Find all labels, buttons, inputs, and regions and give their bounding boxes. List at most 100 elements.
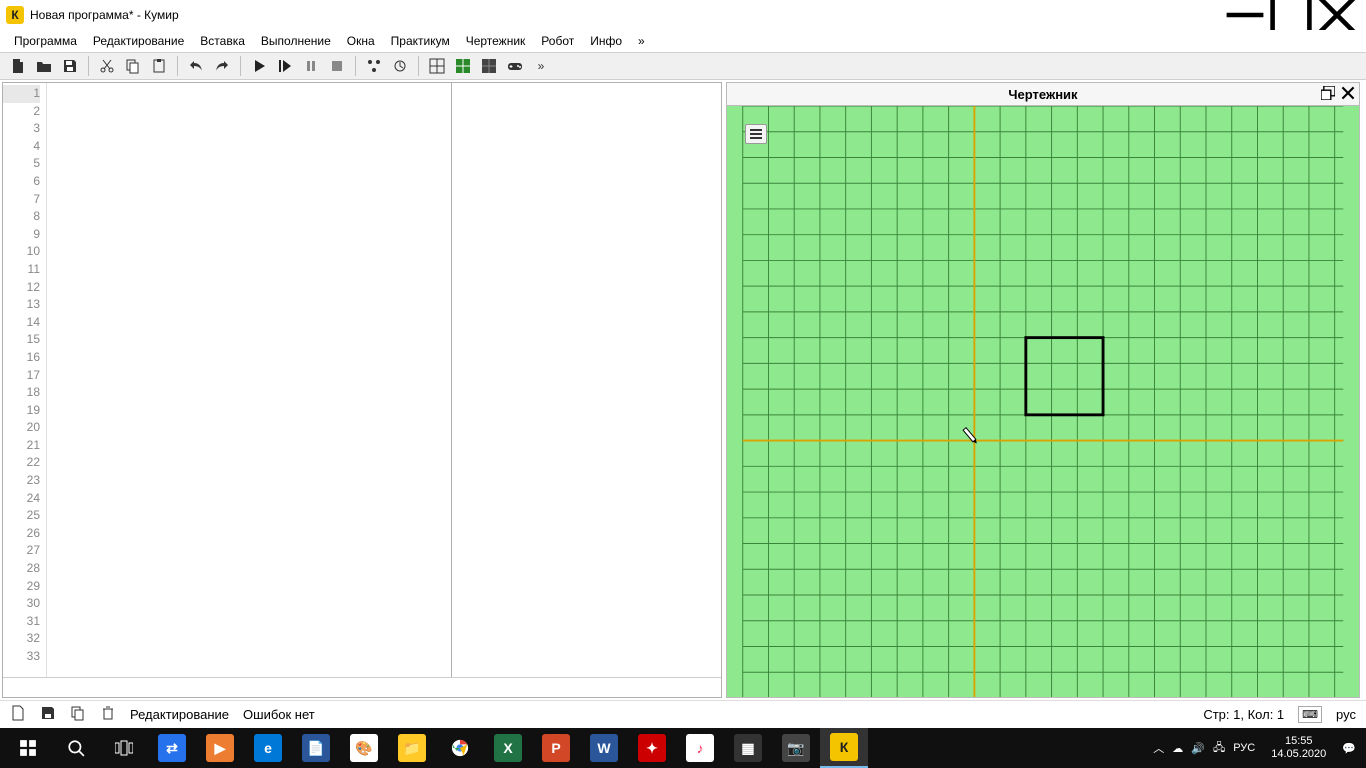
window-minimize-button[interactable] [1222,0,1268,30]
taskbar-app-4[interactable]: 📄 [292,728,340,768]
drafter-panel: Чертежник [726,82,1360,698]
tray-network-icon[interactable]: 🖧 [1213,739,1225,758]
tray-time-text: 15:55 [1271,735,1326,748]
line-number: 30 [3,595,40,613]
taskbar-explorer[interactable]: 📁 [388,728,436,768]
pause-button[interactable] [299,55,323,77]
line-number: 25 [3,507,40,525]
run-button[interactable] [247,55,271,77]
taskbar-word[interactable]: W [580,728,628,768]
taskbar-camera[interactable]: 📷 [772,728,820,768]
grid-dark-button[interactable] [477,55,501,77]
taskbar-calculator[interactable]: ▦ [724,728,772,768]
menu-run[interactable]: Выполнение [253,31,339,51]
line-number: 32 [3,630,40,648]
new-file-button[interactable] [6,55,30,77]
status-mode-text: Редактирование [130,707,229,722]
step-button[interactable] [273,55,297,77]
editor-right-pane[interactable] [451,83,721,677]
line-number: 28 [3,560,40,578]
window-maximize-button[interactable] [1268,0,1314,30]
game-button[interactable] [503,55,527,77]
drafter-close-icon[interactable] [1341,86,1355,103]
tray-clock[interactable]: 15:55 14.05.2020 [1263,735,1334,761]
status-new-icon[interactable] [10,705,26,724]
line-number-gutter: 1234567891011121314151617181920212223242… [3,83,47,677]
menu-more[interactable]: » [630,31,653,51]
breakpoint-button[interactable] [362,55,386,77]
line-number: 5 [3,155,40,173]
tray-sound-icon[interactable]: 🔊 [1191,742,1205,755]
menu-robot[interactable]: Робот [533,31,582,51]
status-copy-icon[interactable] [70,705,86,724]
menu-insert[interactable]: Вставка [192,31,253,51]
menu-edit[interactable]: Редактирование [85,31,192,51]
line-number: 22 [3,454,40,472]
window-close-button[interactable] [1314,0,1360,30]
status-errors-text: Ошибок нет [243,707,315,722]
open-file-button[interactable] [32,55,56,77]
taskbar-kumir[interactable]: К [820,728,868,768]
tray-onedrive-icon[interactable]: ☁ [1172,742,1183,755]
save-file-button[interactable] [58,55,82,77]
taskbar-app-2[interactable]: ▶ [196,728,244,768]
taskbar-itunes[interactable]: ♪ [676,728,724,768]
drafter-restore-icon[interactable] [1321,86,1335,103]
status-save-icon[interactable] [40,705,56,724]
grid-green-button[interactable] [451,55,475,77]
status-keyboard-icon[interactable]: ⌨ [1298,706,1322,723]
taskbar: ⇄ ▶ e 📄 🎨 📁 X P W ✦ ♪ ▦ 📷 К ︿ ☁ 🔊 🖧 РУС … [0,728,1366,768]
window-title: Новая программа* - Кумир [30,8,179,22]
drafter-titlebar: Чертежник [726,82,1360,106]
undo-button[interactable] [184,55,208,77]
tray-notifications-icon[interactable]: 💬 [1342,742,1356,755]
menu-info[interactable]: Инфо [582,31,630,51]
tray-date-text: 14.05.2020 [1271,748,1326,761]
editor-output-pane [3,677,721,697]
line-number: 8 [3,208,40,226]
taskview-button[interactable] [100,728,148,768]
cut-button[interactable] [95,55,119,77]
tray-lang-text[interactable]: РУС [1233,742,1255,754]
copy-button[interactable] [121,55,145,77]
menu-program[interactable]: Программа [6,31,85,51]
line-number: 29 [3,578,40,596]
redo-button[interactable] [210,55,234,77]
taskbar-app-red[interactable]: ✦ [628,728,676,768]
line-number: 3 [3,120,40,138]
drafter-title-text: Чертежник [1008,87,1077,102]
start-button[interactable] [4,728,52,768]
drafter-menu-button[interactable] [745,124,767,144]
menu-windows[interactable]: Окна [339,31,383,51]
menu-drafter[interactable]: Чертежник [458,31,534,51]
system-tray: ︿ ☁ 🔊 🖧 РУС 15:55 14.05.2020 💬 [1153,735,1362,761]
window-titlebar: К Новая программа* - Кумир [0,0,1366,30]
line-number: 14 [3,314,40,332]
search-button[interactable] [52,728,100,768]
line-number: 18 [3,384,40,402]
code-editor[interactable] [47,83,451,677]
tray-chevron-icon[interactable]: ︿ [1153,740,1164,756]
line-number: 13 [3,296,40,314]
menu-practicum[interactable]: Практикум [383,31,458,51]
line-number: 11 [3,261,40,279]
taskbar-chrome[interactable] [436,728,484,768]
line-number: 33 [3,648,40,666]
line-number: 9 [3,226,40,244]
taskbar-powerpoint[interactable]: P [532,728,580,768]
line-number: 24 [3,490,40,508]
line-number: 15 [3,331,40,349]
watch-button[interactable] [388,55,412,77]
line-number: 17 [3,367,40,385]
grid-bw-button[interactable] [425,55,449,77]
taskbar-excel[interactable]: X [484,728,532,768]
taskbar-edge[interactable]: e [244,728,292,768]
taskbar-app-5[interactable]: 🎨 [340,728,388,768]
toolbar-more-button[interactable]: » [529,55,553,77]
stop-button[interactable] [325,55,349,77]
line-number: 4 [3,138,40,156]
taskbar-app-1[interactable]: ⇄ [148,728,196,768]
status-delete-icon[interactable] [100,705,116,724]
paste-button[interactable] [147,55,171,77]
drafter-canvas[interactable] [726,106,1360,698]
